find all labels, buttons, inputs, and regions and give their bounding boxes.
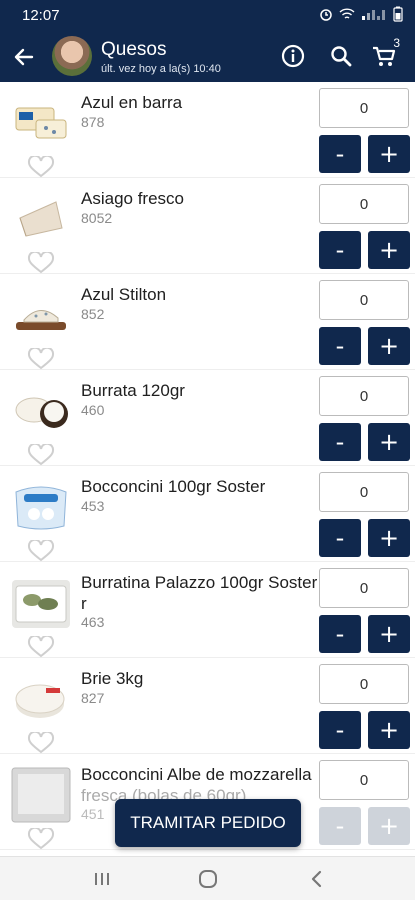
increase-button[interactable]: + — [368, 135, 410, 173]
decrease-button[interactable]: - — [319, 807, 361, 845]
product-row: Azul en barra 878 0 - + — [0, 82, 415, 178]
system-navigation-bar — [0, 856, 415, 900]
product-name: Burratina Palazzo 100gr Soster r — [81, 572, 317, 614]
favorite-heart-icon[interactable] — [26, 444, 56, 466]
product-name-line1: Bocconcini Albe de mozzarella — [81, 765, 312, 784]
bocconcini-pack-image — [15, 486, 67, 530]
product-row: Azul Stilton 852 0 - + — [0, 274, 415, 370]
decrease-button[interactable]: - — [319, 231, 361, 269]
asiago-wedge-image — [19, 201, 63, 237]
quantity-input[interactable]: 0 — [319, 184, 409, 224]
decrease-button[interactable]: - — [319, 615, 361, 653]
decrease-button[interactable]: - — [319, 423, 361, 461]
quantity-input[interactable]: 0 — [319, 472, 409, 512]
burrata-plate-image — [15, 397, 68, 428]
product-name: Asiago fresco — [81, 189, 184, 208]
stilton-board-image — [16, 310, 66, 330]
product-name: Azul Stilton — [81, 285, 167, 304]
cart-button[interactable]: 3 — [370, 36, 400, 70]
product-name: Azul en barra — [81, 93, 183, 112]
battery-icon — [393, 6, 403, 22]
search-icon[interactable] — [327, 42, 355, 70]
increase-button[interactable]: + — [368, 711, 410, 749]
last-seen-subtitle: últ. vez hoy a la(s) 10:40 — [101, 63, 221, 75]
quantity-input[interactable]: 0 — [319, 88, 409, 128]
home-icon[interactable] — [196, 867, 220, 891]
back-arrow-icon[interactable] — [12, 45, 36, 69]
increase-button[interactable]: + — [368, 615, 410, 653]
cart-count-badge: 3 — [393, 36, 400, 50]
favorite-heart-icon[interactable] — [26, 156, 56, 178]
avatar[interactable] — [52, 36, 92, 76]
decrease-button[interactable]: - — [319, 519, 361, 557]
product-name-line2: r — [81, 594, 87, 613]
product-name: Burrata 120gr — [81, 381, 185, 400]
checkout-button[interactable]: TRAMITAR PEDIDO — [115, 799, 301, 847]
app-bar: Quesos últ. vez hoy a la(s) 10:40 3 — [0, 30, 415, 82]
favorite-heart-icon[interactable] — [26, 732, 56, 754]
favorite-heart-icon[interactable] — [26, 540, 56, 562]
increase-button[interactable]: + — [368, 423, 410, 461]
bocconcini-box-image — [11, 767, 71, 823]
recent-apps-icon[interactable] — [90, 867, 114, 891]
status-time: 12:07 — [22, 7, 60, 24]
product-code: 8052 — [81, 210, 113, 226]
increase-button[interactable]: + — [368, 231, 410, 269]
brie-wheel-image — [15, 684, 65, 718]
product-row: Bocconcini 100gr Soster 453 0 - + — [0, 466, 415, 562]
burratina-tray-image — [12, 580, 70, 628]
product-code: 451 — [81, 806, 105, 822]
info-icon[interactable] — [279, 42, 307, 70]
decrease-button[interactable]: - — [319, 327, 361, 365]
product-name: Bocconcini 100gr Soster — [81, 477, 266, 496]
increase-button[interactable]: + — [368, 327, 410, 365]
increase-button[interactable]: + — [368, 807, 410, 845]
product-code: 460 — [81, 402, 105, 418]
wifi-icon — [339, 8, 355, 19]
page-title: Quesos — [101, 39, 167, 60]
product-code: 827 — [81, 690, 105, 706]
favorite-heart-icon[interactable] — [26, 636, 56, 658]
quantity-input[interactable]: 0 — [319, 280, 409, 320]
favorite-heart-icon[interactable] — [26, 348, 56, 370]
signal-icon — [362, 10, 385, 20]
product-row: Asiago fresco 8052 0 - + — [0, 178, 415, 274]
product-row: Burrata 120gr 460 0 - + — [0, 370, 415, 466]
product-code: 852 — [81, 306, 105, 322]
favorite-heart-icon[interactable] — [26, 252, 56, 274]
blue-cheese-bar-image — [15, 107, 67, 139]
product-code: 878 — [81, 114, 105, 130]
decrease-button[interactable]: - — [319, 711, 361, 749]
product-code: 463 — [81, 614, 105, 630]
alarm-icon — [320, 9, 332, 21]
increase-button[interactable]: + — [368, 519, 410, 557]
decrease-button[interactable]: - — [319, 135, 361, 173]
back-icon[interactable] — [305, 867, 329, 891]
quantity-input[interactable]: 0 — [319, 568, 409, 608]
product-list[interactable]: Azul en barra 878 0 - + Asiago fresco 80… — [0, 82, 415, 856]
product-row: Brie 3kg 827 0 - + — [0, 658, 415, 754]
quantity-input[interactable]: 0 — [319, 376, 409, 416]
product-name: Brie 3kg — [81, 669, 144, 688]
product-row: Burratina Palazzo 100gr Soster r 463 0 - … — [0, 562, 415, 658]
quantity-input[interactable]: 0 — [319, 664, 409, 704]
product-name-line1: Burratina Palazzo 100gr Soster — [81, 573, 317, 592]
status-bar: 12:07 — [0, 0, 415, 30]
system-icons — [319, 6, 403, 22]
product-code: 453 — [81, 498, 105, 514]
favorite-heart-icon[interactable] — [26, 828, 56, 850]
quantity-input[interactable]: 0 — [319, 760, 409, 800]
